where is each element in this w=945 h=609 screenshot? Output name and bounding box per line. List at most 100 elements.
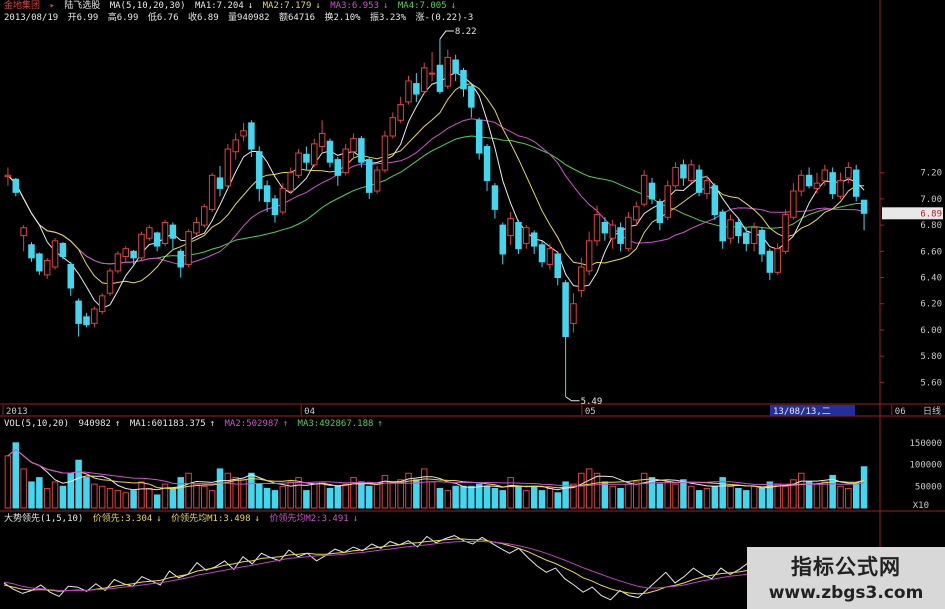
volume-bar[interactable] [845,487,852,509]
candle-body[interactable] [719,211,726,242]
candle-body[interactable] [381,135,389,171]
volume-bar[interactable] [436,487,444,509]
candle-body[interactable] [295,152,302,176]
candle-body[interactable] [837,180,844,197]
candle-body[interactable] [633,206,640,221]
volume-bar[interactable] [59,485,67,509]
volume-bar[interactable] [153,494,161,509]
stock-name[interactable]: 金地集团 [4,1,40,11]
volume-bar[interactable] [106,487,114,509]
volume-bar[interactable] [805,481,813,509]
volume-bar[interactable] [114,490,122,509]
candle-body[interactable] [523,227,530,244]
candle-body[interactable] [365,159,373,193]
candle-body[interactable] [499,224,507,255]
candle-body[interactable] [625,216,632,250]
volume-bar[interactable] [216,468,224,509]
candle-body[interactable] [790,190,797,218]
candle-body[interactable] [130,250,137,259]
volume-bar[interactable] [36,477,43,509]
candle-body[interactable] [224,148,232,187]
candle-body[interactable] [664,185,671,218]
candle-body[interactable] [240,130,247,137]
candle-body[interactable] [813,182,821,189]
volume-bar[interactable] [601,481,609,509]
candle-body[interactable] [648,182,656,200]
candle-body[interactable] [703,180,711,195]
volume-bar[interactable] [688,485,695,509]
volume-bar[interactable] [263,487,271,509]
volume-bar[interactable] [279,485,287,509]
volume-bar[interactable] [695,490,703,509]
volume-bar[interactable] [271,490,279,509]
candle-body[interactable] [59,242,67,258]
volume-bar[interactable] [83,477,90,509]
candle-body[interactable] [743,232,750,244]
candle-body[interactable] [122,248,129,258]
candle-body[interactable] [475,119,483,154]
candle-body[interactable] [468,85,475,108]
volume-bar[interactable] [703,487,711,509]
candle-body[interactable] [530,232,538,247]
volume-bar[interactable] [208,490,216,509]
volume-bar[interactable] [428,481,436,509]
candle-body[interactable] [695,169,703,193]
volume-bar[interactable] [51,481,59,509]
candle-body[interactable] [829,172,836,195]
candle-body[interactable] [774,248,781,273]
volume-bar[interactable] [578,472,585,509]
candle-body[interactable] [216,177,224,189]
volume-bar[interactable] [530,485,538,509]
candle-body[interactable] [405,80,412,103]
volume-bar[interactable] [224,472,232,509]
volume-bar[interactable] [365,485,373,509]
candle-body[interactable] [98,295,106,313]
candle-body[interactable] [75,300,82,324]
volume-bar[interactable] [193,483,200,509]
candle-body[interactable] [554,253,561,279]
candle-body[interactable] [845,166,852,179]
candle-body[interactable] [538,244,546,263]
volume-bar[interactable] [507,477,514,509]
volume-bar[interactable] [648,477,656,509]
candle-body[interactable] [782,214,789,252]
candle-body[interactable] [146,227,153,239]
volume-bar[interactable] [475,483,483,509]
candle-body[interactable] [852,169,860,197]
candle-body[interactable] [766,250,774,273]
candle-body[interactable] [334,159,342,176]
volume-bar[interactable] [821,481,829,509]
volume-bar[interactable] [719,477,726,509]
volume-bar[interactable] [138,481,145,509]
volume-bar[interactable] [633,481,640,509]
candle-body[interactable] [28,244,35,259]
volume-bar[interactable] [130,490,137,509]
volume-bar[interactable] [452,485,459,509]
volume-bar[interactable] [640,472,648,509]
volume-bar[interactable] [664,481,671,509]
candle-body[interactable] [153,232,161,247]
candle-body[interactable] [593,214,601,242]
candle-body[interactable] [515,221,522,250]
candle-body[interactable] [428,72,436,75]
candle-body[interactable] [201,206,208,226]
candle-body[interactable] [797,174,805,192]
volume-bar[interactable] [460,485,467,509]
volume-bar[interactable] [381,474,389,509]
candle-body[interactable] [711,185,719,216]
candle-body[interactable] [805,174,813,187]
candle-body[interactable] [413,83,420,95]
volume-bar[interactable] [585,468,593,509]
volume-bar[interactable] [546,487,554,509]
candle-body[interactable] [452,59,459,74]
candle-body[interactable] [138,233,145,259]
candle-body[interactable] [51,240,59,268]
volume-bar[interactable] [4,455,12,509]
volume-bar[interactable] [397,479,404,509]
volume-bar[interactable] [342,483,349,509]
volume-bar[interactable] [813,483,821,509]
volume-bar[interactable] [782,485,789,509]
candle-body[interactable] [271,198,279,216]
volume-bar[interactable] [609,485,616,509]
candle-body[interactable] [232,139,239,153]
